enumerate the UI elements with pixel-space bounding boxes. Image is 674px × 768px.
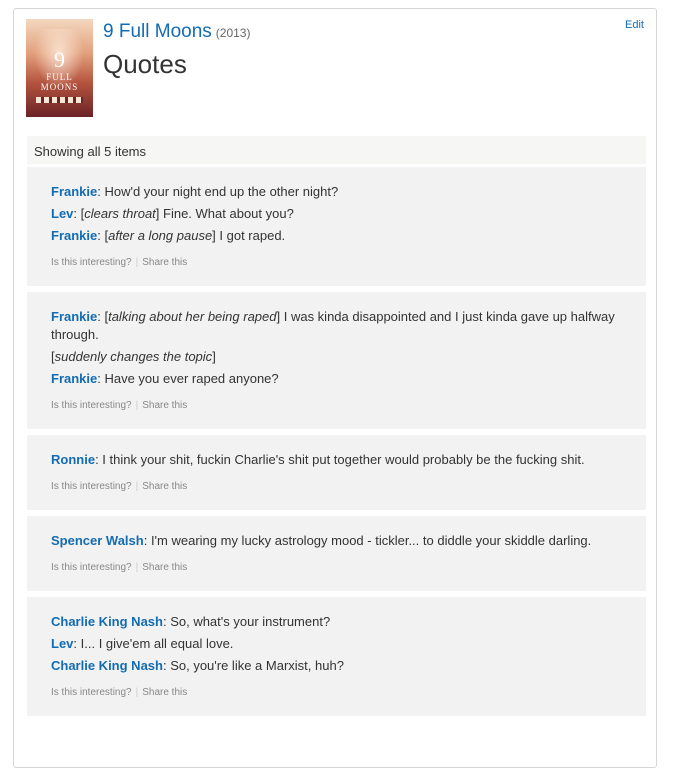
- character-link[interactable]: Frankie: [51, 371, 97, 386]
- stage-direction: talking about her being raped: [108, 309, 277, 324]
- character-link[interactable]: Ronnie: [51, 452, 95, 467]
- stage-direction: clears throat: [84, 206, 156, 221]
- quote-line: [suddenly changes the topic]: [51, 348, 616, 366]
- share-link[interactable]: Share this: [142, 257, 187, 268]
- character-link[interactable]: Lev: [51, 206, 73, 221]
- quote-actions: Is this interesting? | Share this: [51, 400, 616, 411]
- character-link[interactable]: Spencer Walsh: [51, 533, 144, 548]
- movie-year: (2013): [215, 26, 251, 40]
- quote-text: : I'm wearing my lucky astrology mood - …: [143, 533, 592, 548]
- quote-line: Frankie: Have you ever raped anyone?: [51, 370, 616, 388]
- quote-text: : So, you're like a Marxist, huh?: [162, 658, 344, 673]
- character-link[interactable]: Frankie: [51, 309, 97, 324]
- poster-thumbnail-strip: [36, 97, 83, 103]
- quote-text: : Have you ever raped anyone?: [97, 371, 279, 386]
- action-separator: |: [135, 481, 139, 492]
- poster-number: 9: [54, 47, 65, 72]
- quote-item: Frankie: [talking about her being raped]…: [27, 292, 646, 429]
- quote-line: Charlie King Nash: So, what's your instr…: [51, 613, 616, 631]
- poster-word-moons: MOONS: [40, 82, 79, 92]
- character-link[interactable]: Charlie King Nash: [51, 658, 163, 673]
- quote-line: Charlie King Nash: So, you're like a Mar…: [51, 657, 616, 675]
- stage-direction: after a long pause: [108, 228, 213, 243]
- quote-text: : [: [97, 309, 109, 324]
- share-link[interactable]: Share this: [142, 400, 187, 411]
- quote-item: Charlie King Nash: So, what's your instr…: [27, 597, 646, 716]
- is-interesting-link[interactable]: Is this interesting?: [51, 400, 132, 411]
- share-link[interactable]: Share this: [142, 562, 187, 573]
- quote-text: : How'd your night end up the other nigh…: [97, 184, 339, 199]
- stage-direction: suddenly changes the topic: [54, 349, 213, 364]
- page-title: Quotes: [103, 49, 187, 79]
- movie-title-link[interactable]: 9 Full Moons: [103, 21, 212, 42]
- quote-line: Frankie: [after a long pause] I got rape…: [51, 227, 616, 245]
- content-card: Edit 9 FULL MOONS 9 Full Moons (2013) Quo…: [13, 8, 657, 768]
- quote-line: Frankie: How'd your night end up the oth…: [51, 183, 616, 201]
- is-interesting-link[interactable]: Is this interesting?: [51, 687, 132, 698]
- quote-actions: Is this interesting? | Share this: [51, 562, 616, 573]
- quote-list: Frankie: How'd your night end up the oth…: [27, 167, 646, 722]
- share-link[interactable]: Share this: [142, 481, 187, 492]
- quote-text: ] Fine. What about you?: [155, 206, 294, 221]
- action-separator: |: [135, 562, 139, 573]
- share-link[interactable]: Share this: [142, 687, 187, 698]
- quote-line: Lev: I... I give'em all equal love.: [51, 635, 616, 653]
- is-interesting-link[interactable]: Is this interesting?: [51, 481, 132, 492]
- character-link[interactable]: Lev: [51, 636, 73, 651]
- quote-line: Lev: [clears throat] Fine. What about yo…: [51, 205, 616, 223]
- quote-text: : I... I give'em all equal love.: [73, 636, 234, 651]
- quote-text: : I think your shit, fuckin Charlie's sh…: [95, 452, 585, 467]
- is-interesting-link[interactable]: Is this interesting?: [51, 562, 132, 573]
- quote-text: ] I got raped.: [212, 228, 286, 243]
- action-separator: |: [135, 257, 139, 268]
- quote-line: Spencer Walsh: I'm wearing my lucky astr…: [51, 532, 616, 550]
- character-link[interactable]: Charlie King Nash: [51, 614, 163, 629]
- action-separator: |: [135, 687, 139, 698]
- movie-title-line: 9 Full Moons (2013): [103, 21, 250, 43]
- quote-text: : [: [73, 206, 85, 221]
- character-link[interactable]: Frankie: [51, 228, 97, 243]
- quote-actions: Is this interesting? | Share this: [51, 481, 616, 492]
- quote-item: Ronnie: I think your shit, fuckin Charli…: [27, 435, 646, 510]
- quote-actions: Is this interesting? | Share this: [51, 257, 616, 268]
- quote-text: ]: [212, 349, 216, 364]
- is-interesting-link[interactable]: Is this interesting?: [51, 257, 132, 268]
- edit-link[interactable]: Edit: [625, 19, 644, 31]
- character-link[interactable]: Frankie: [51, 184, 97, 199]
- action-separator: |: [135, 400, 139, 411]
- showing-count: Showing all 5 items: [27, 136, 646, 164]
- quote-item: Frankie: How'd your night end up the oth…: [27, 167, 646, 286]
- quote-item: Spencer Walsh: I'm wearing my lucky astr…: [27, 516, 646, 591]
- quote-text: : [: [97, 228, 109, 243]
- quote-line: Ronnie: I think your shit, fuckin Charli…: [51, 451, 616, 469]
- quote-actions: Is this interesting? | Share this: [51, 687, 616, 698]
- quote-text: : So, what's your instrument?: [162, 614, 331, 629]
- quote-line: Frankie: [talking about her being raped]…: [51, 308, 616, 344]
- poster-word-full: FULL: [46, 72, 73, 82]
- movie-poster-image[interactable]: 9 FULL MOONS: [26, 19, 93, 117]
